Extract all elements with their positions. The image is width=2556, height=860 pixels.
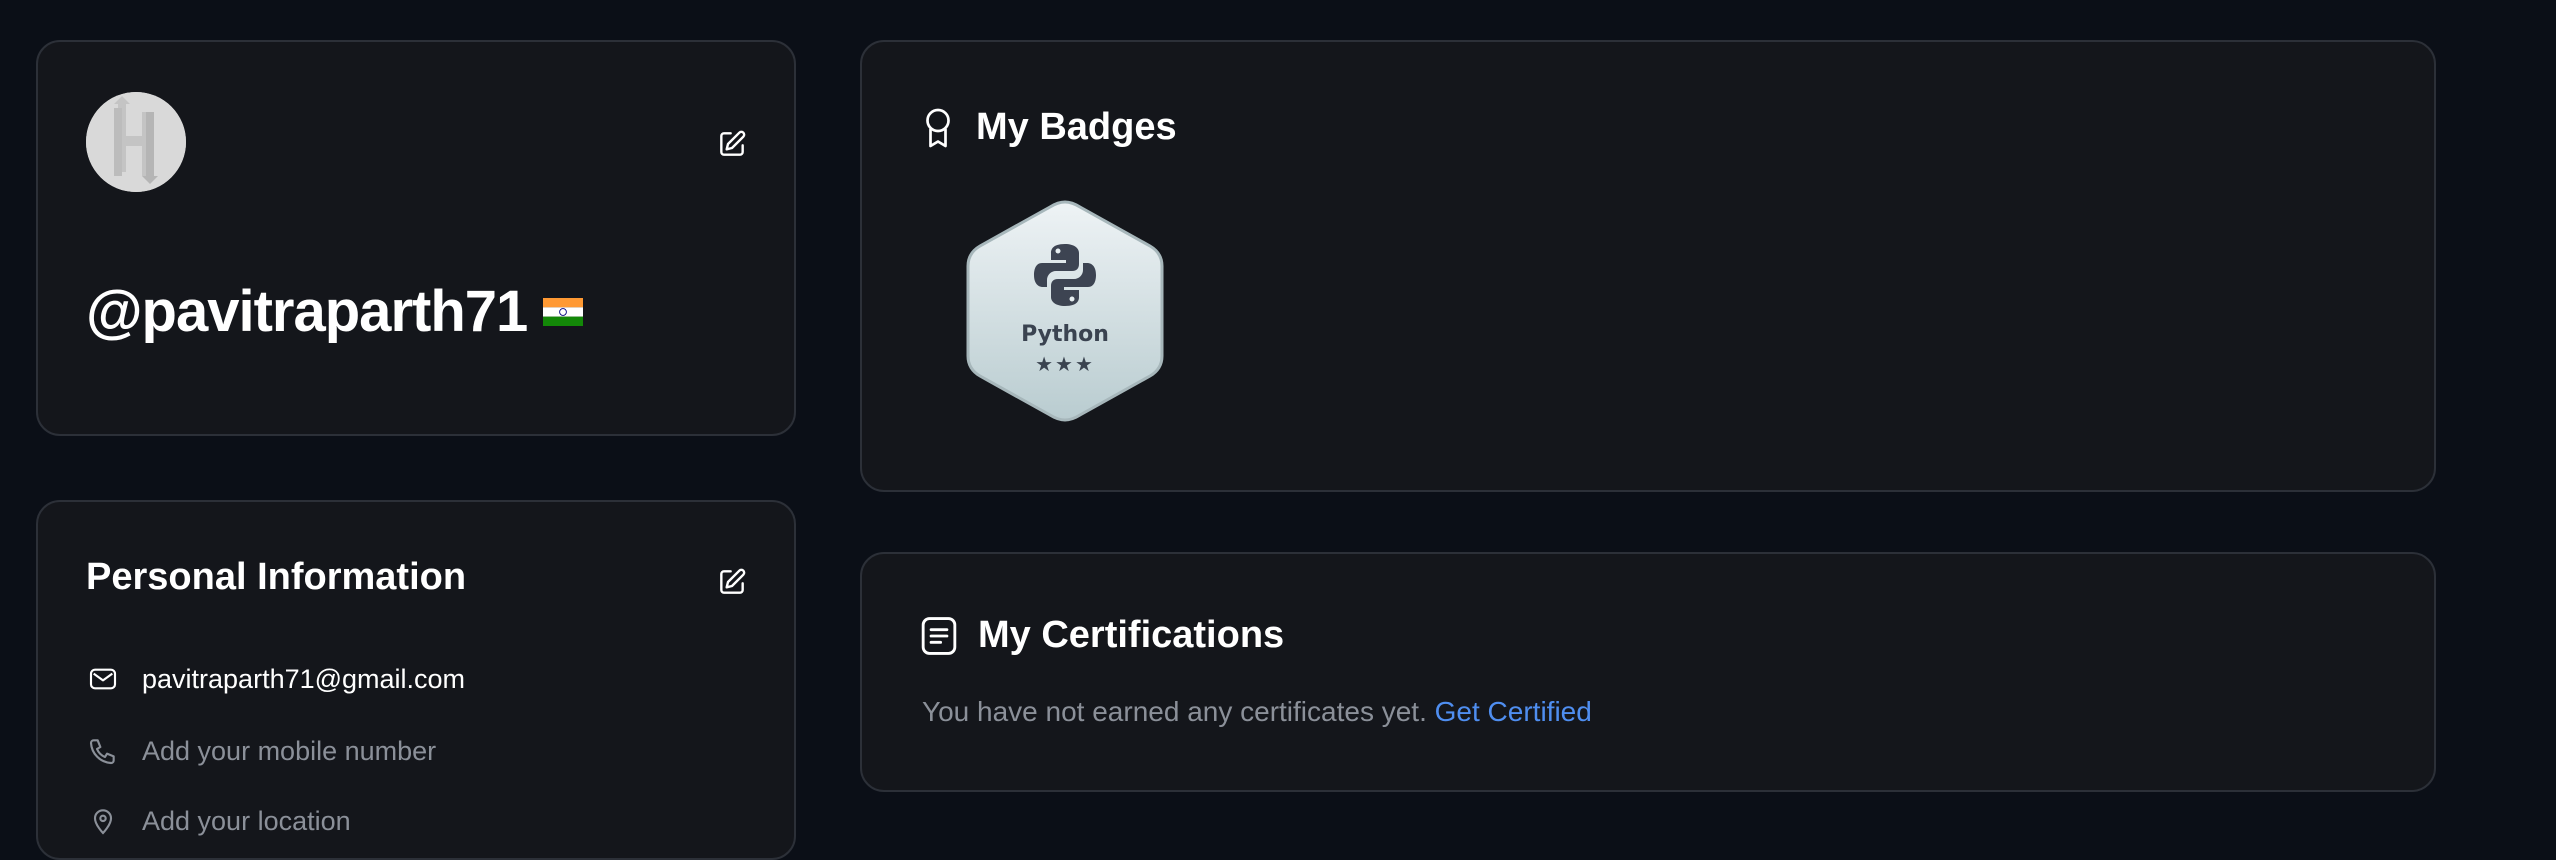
edit-icon: [720, 130, 746, 156]
my-badges-card: My Badges Python ★★★: [860, 40, 2436, 492]
edit-profile-button[interactable]: [714, 126, 750, 162]
badge-hexagon: [966, 200, 1164, 422]
my-certifications-card: My Certifications You have not earned an…: [860, 552, 2436, 792]
certificate-document-icon: [921, 616, 957, 655]
award-ribbon-icon: [926, 108, 950, 147]
empty-text: You have not earned any certificates yet…: [922, 696, 1427, 727]
mobile-row[interactable]: Add your mobile number: [86, 734, 436, 768]
edit-icon: [720, 568, 746, 594]
badges-header: My Badges: [920, 106, 1177, 149]
badge-label: Python: [1021, 322, 1109, 347]
personal-information-card: Personal Information pavitraparth71@gmai…: [36, 500, 796, 860]
phone-icon: [86, 734, 120, 768]
india-flag-icon: [543, 297, 584, 326]
profile-card: @pavitraparth71: [36, 40, 796, 436]
location-row[interactable]: Add your location: [86, 804, 351, 838]
mobile-placeholder[interactable]: Add your mobile number: [142, 736, 436, 767]
username-row: @pavitraparth71: [86, 278, 584, 345]
location-pin-icon: [86, 804, 120, 838]
badge-stars: ★★★: [1035, 354, 1095, 376]
location-placeholder[interactable]: Add your location: [142, 806, 351, 837]
personal-information-title: Personal Information: [86, 556, 467, 598]
certifications-empty-message: You have not earned any certificates yet…: [922, 696, 1592, 728]
hackerrank-logo-icon: [86, 92, 186, 192]
email-row: pavitraparth71@gmail.com: [86, 662, 465, 696]
mail-icon: [86, 662, 120, 696]
edit-personal-info-button[interactable]: [714, 564, 750, 600]
python-badge[interactable]: Python ★★★: [962, 198, 1168, 424]
get-certified-link[interactable]: Get Certified: [1435, 696, 1592, 727]
avatar[interactable]: [86, 92, 186, 192]
username: @pavitraparth71: [86, 279, 528, 344]
my-badges-title: My Badges: [976, 106, 1177, 148]
my-certifications-title: My Certifications: [978, 614, 1285, 656]
certifications-header: My Certifications: [920, 614, 1284, 657]
email-value: pavitraparth71@gmail.com: [142, 663, 466, 694]
